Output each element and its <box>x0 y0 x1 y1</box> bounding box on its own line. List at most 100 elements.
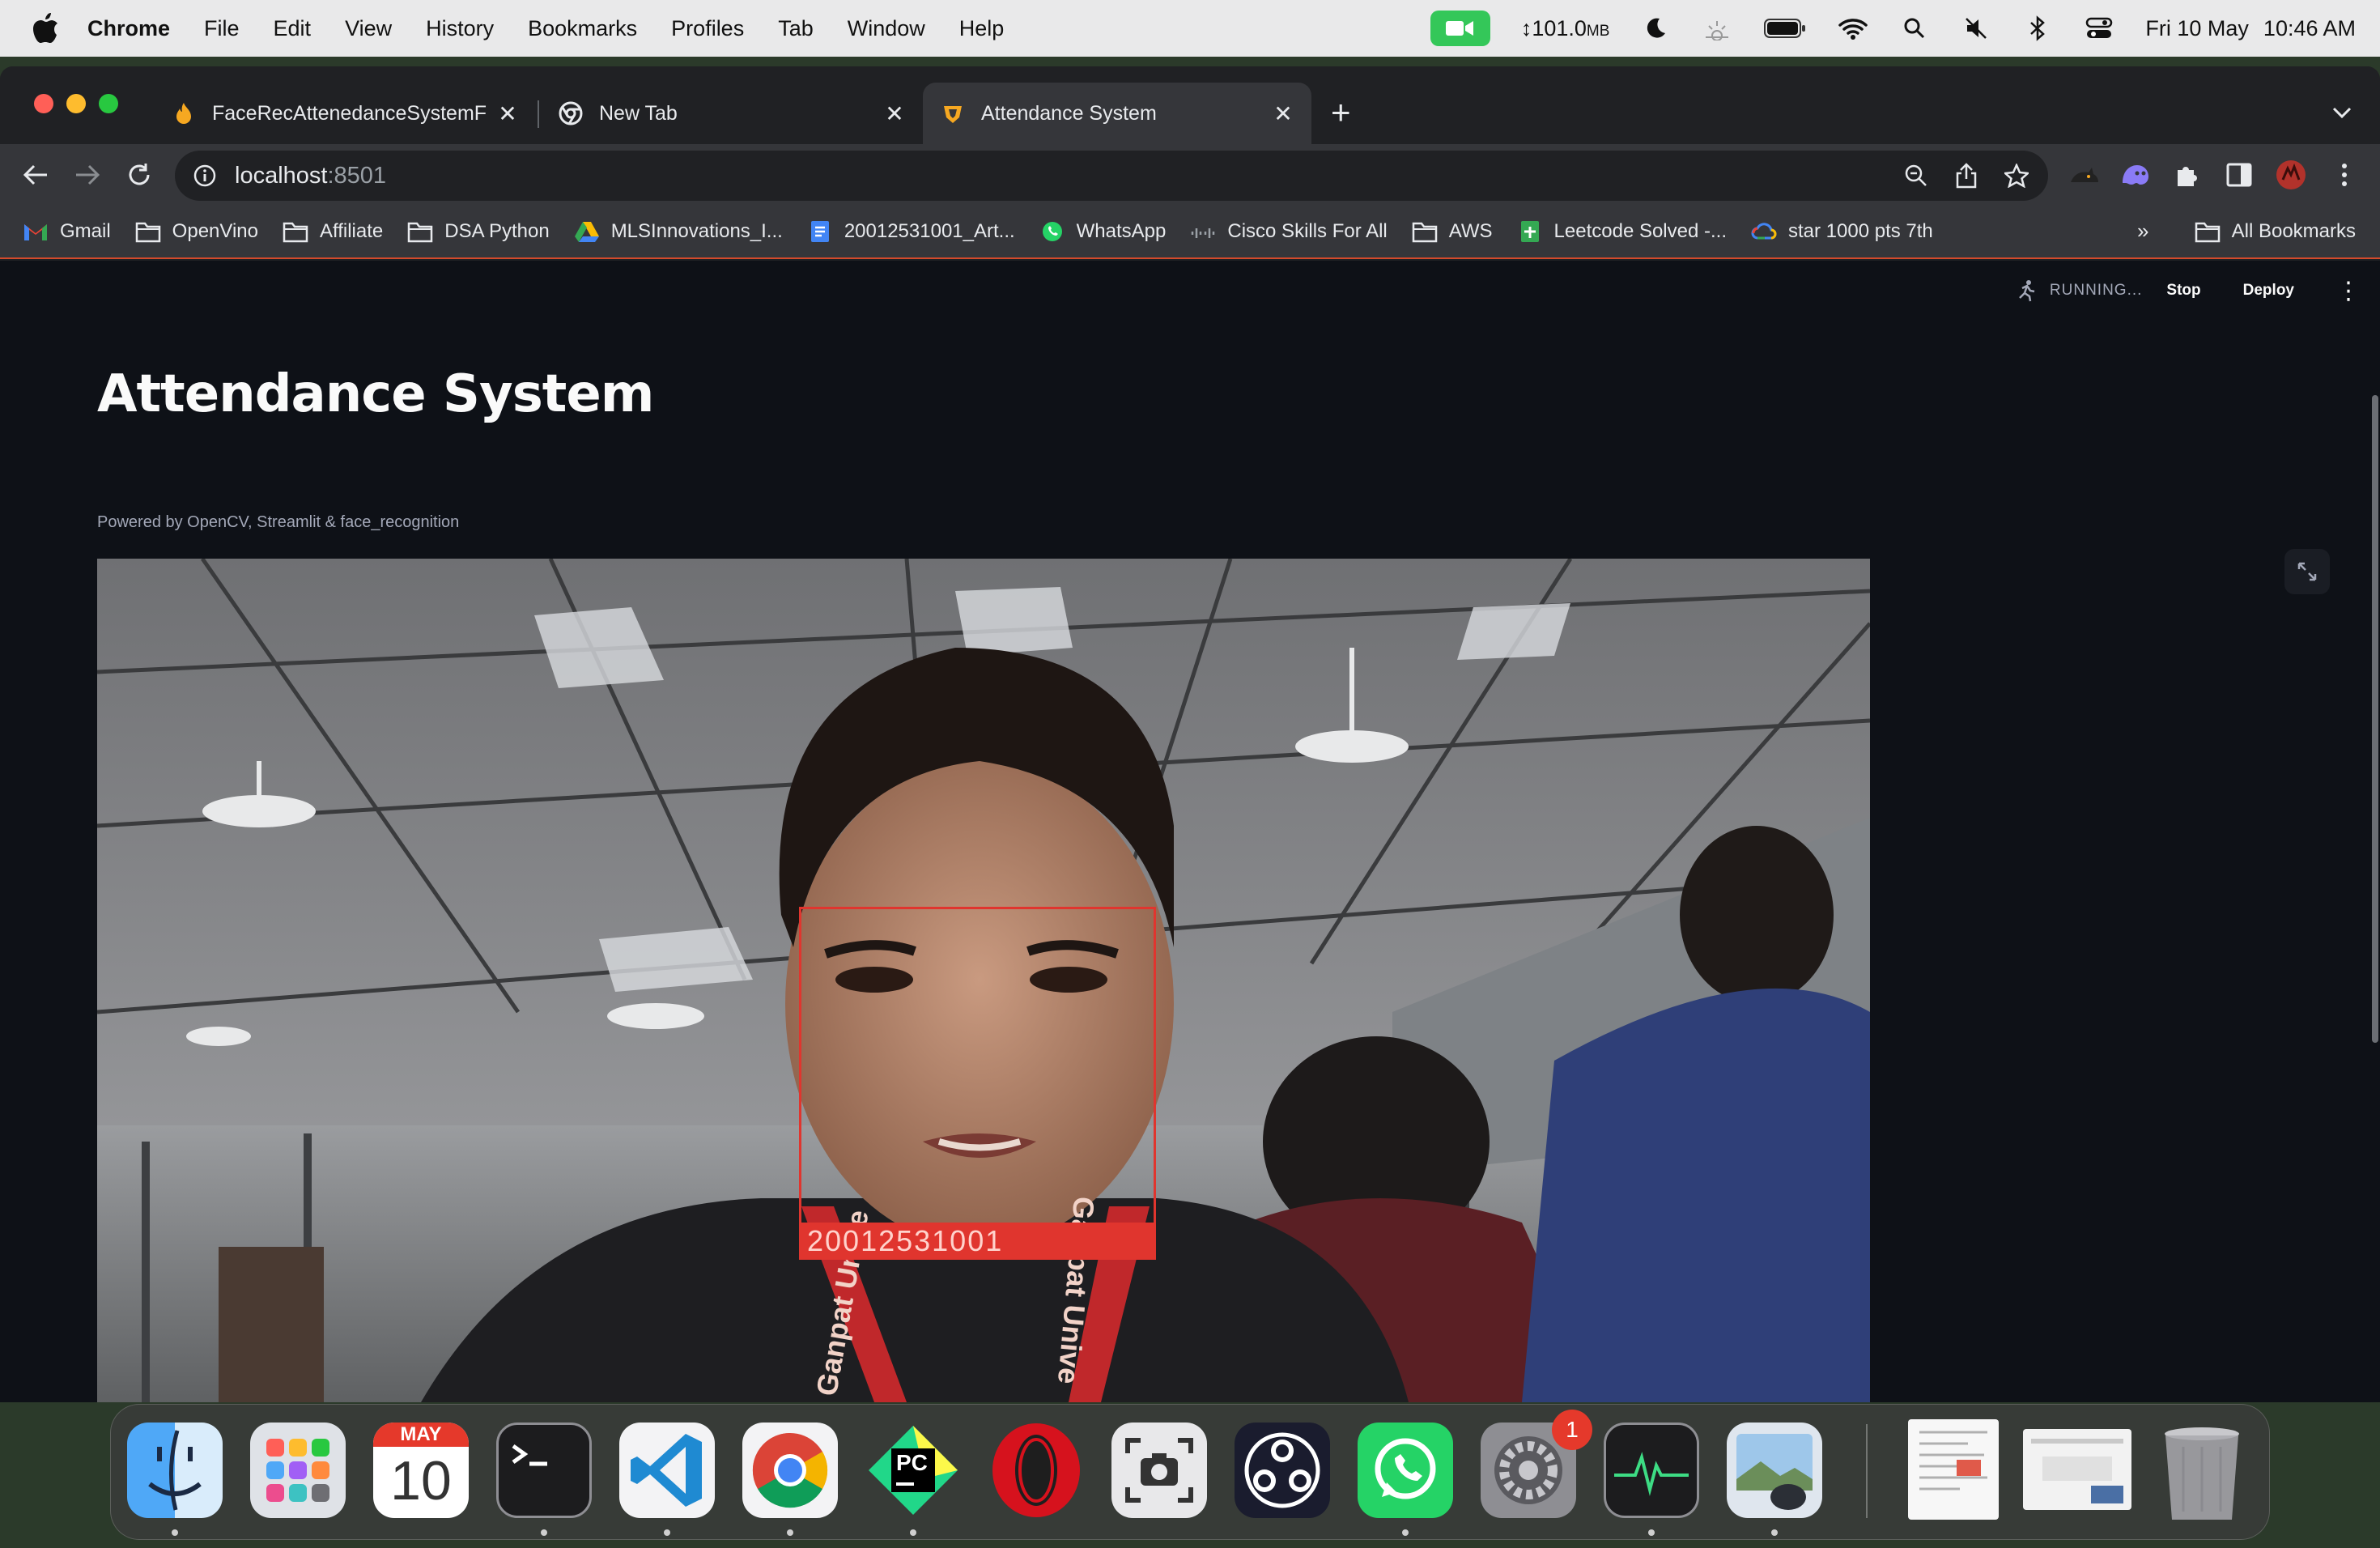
notification-badge: 1 <box>1552 1410 1592 1450</box>
bookmark-openvino[interactable]: OpenVino <box>135 220 258 243</box>
bookmarks-overflow-button[interactable]: » <box>2137 219 2148 244</box>
extension-cat-icon[interactable] <box>2068 159 2100 191</box>
chrome-menu-icon[interactable] <box>2328 159 2361 191</box>
deploy-button[interactable]: Deploy <box>2243 282 2294 300</box>
macos-dock: MAY 10 PC 1 <box>110 1404 2270 1540</box>
dock-vscode[interactable] <box>619 1423 715 1518</box>
google-docs-icon <box>810 221 829 242</box>
moon-icon[interactable] <box>1640 13 1671 44</box>
muted-speaker-icon[interactable] <box>1961 13 1991 44</box>
bookmark-label: star 1000 pts 7th <box>1788 220 1933 242</box>
dock-trash[interactable] <box>2154 1423 2250 1520</box>
dock-activity-monitor[interactable] <box>1604 1423 1699 1518</box>
bookmark-leetcode-sheet[interactable]: Leetcode Solved -... <box>1517 220 1727 243</box>
document-thumbnail-icon <box>1919 1431 1987 1491</box>
main-menu-icon[interactable]: ⋮ <box>2336 277 2361 305</box>
extensions-puzzle-icon[interactable] <box>2171 159 2204 191</box>
forward-arrow-icon[interactable] <box>70 157 105 193</box>
running-indicator <box>541 1529 547 1536</box>
share-icon[interactable] <box>1953 162 1980 189</box>
bookmark-dsa-python[interactable]: DSA Python <box>407 220 550 243</box>
webcam-video-frame: Ganpat Unive Ganpat Unive 20012531001 <box>97 559 1870 1402</box>
side-panel-icon[interactable] <box>2223 159 2255 191</box>
spotlight-search-icon[interactable] <box>1899 13 1930 44</box>
page-scrollbar-thumb[interactable] <box>2372 395 2378 1043</box>
menu-profiles[interactable]: Profiles <box>671 16 744 41</box>
profile-avatar[interactable] <box>2275 159 2307 191</box>
bluetooth-icon[interactable] <box>2022 13 2053 44</box>
memory-monitor[interactable]: ↕101.0MB <box>1521 16 1610 41</box>
tab-close-icon[interactable]: ✕ <box>1273 100 1294 127</box>
dock-calendar[interactable]: MAY 10 <box>373 1423 469 1518</box>
dock-screenshot[interactable] <box>1111 1423 1207 1518</box>
running-indicator <box>1648 1529 1655 1536</box>
menu-view[interactable]: View <box>345 16 392 41</box>
all-bookmarks-label: All Bookmarks <box>2231 220 2356 242</box>
folder-icon <box>2195 222 2220 243</box>
new-tab-button[interactable]: + <box>1331 96 1351 130</box>
page-title: Attendance System <box>97 364 654 424</box>
camera-in-use-indicator[interactable] <box>1430 11 1490 46</box>
bookmark-star-icon[interactable] <box>2003 162 2030 189</box>
calendar-month: MAY <box>373 1423 469 1447</box>
apple-logo-icon[interactable] <box>31 12 60 45</box>
tab-new-tab[interactable]: New Tab ✕ <box>541 83 923 144</box>
dock-pycharm[interactable]: PC <box>865 1423 961 1518</box>
dock-obs[interactable] <box>1235 1423 1330 1518</box>
menu-history[interactable]: History <box>426 16 494 41</box>
dock-launchpad[interactable] <box>250 1423 346 1518</box>
tab-attendance-system[interactable]: Attendance System ✕ <box>923 83 1311 144</box>
menu-app-name[interactable]: Chrome <box>87 16 170 41</box>
tab-strip: FaceRecAttenedanceSystemF ✕ New Tab ✕ At… <box>0 66 2380 144</box>
menu-window[interactable]: Window <box>848 16 925 41</box>
dock-whatsapp[interactable] <box>1358 1423 1453 1518</box>
tab-label: New Tab <box>599 101 678 125</box>
menubar-date[interactable]: Fri 10 May <box>2145 16 2249 41</box>
all-bookmarks-button[interactable]: All Bookmarks <box>2195 206 2356 257</box>
tab-close-icon[interactable]: ✕ <box>884 100 905 127</box>
dock-document-thumbnail-2[interactable] <box>2023 1429 2131 1510</box>
bookmark-affiliate[interactable]: Affiliate <box>283 220 383 243</box>
running-person-icon <box>2019 280 2035 302</box>
tab-facerec-attendance[interactable]: FaceRecAttenedanceSystemF ✕ <box>154 83 536 144</box>
fullscreen-expand-icon[interactable] <box>2284 549 2330 594</box>
tab-close-icon[interactable]: ✕ <box>497 100 518 127</box>
bookmark-mlsinnovations[interactable]: MLSInnovations_I... <box>574 220 783 243</box>
dock-document-thumbnail-1[interactable] <box>1908 1419 1999 1520</box>
menubar-time[interactable]: 10:46 AM <box>2263 16 2356 41</box>
window-minimize-button[interactable] <box>66 94 86 113</box>
control-center-icon[interactable] <box>2084 13 2114 44</box>
bookmark-aws[interactable]: AWS <box>1412 220 1493 243</box>
menu-edit[interactable]: Edit <box>274 16 312 41</box>
address-bar[interactable]: localhost:8501 <box>175 151 2048 201</box>
folder-icon <box>1412 222 1437 243</box>
dock-chrome[interactable] <box>742 1423 838 1518</box>
reload-icon[interactable] <box>121 157 157 193</box>
dock-opera[interactable] <box>988 1423 1084 1518</box>
wifi-icon[interactable] <box>1838 13 1868 44</box>
bookmark-article-doc[interactable]: 20012531001_Art... <box>807 220 1015 243</box>
bookmark-gmail[interactable]: Gmail <box>23 220 111 243</box>
bookmark-whatsapp[interactable]: WhatsApp <box>1039 220 1166 243</box>
menu-help[interactable]: Help <box>959 16 1005 41</box>
dock-finder[interactable] <box>127 1423 223 1518</box>
battery-icon[interactable] <box>1763 13 1807 44</box>
brightness-icon[interactable] <box>1702 13 1732 44</box>
extension-ghost-icon[interactable] <box>2119 159 2152 191</box>
bookmark-label: MLSInnovations_I... <box>610 220 783 242</box>
dock-preview[interactable] <box>1727 1423 1822 1518</box>
tab-search-chevron-icon[interactable] <box>2331 99 2352 125</box>
window-close-button[interactable] <box>34 94 53 113</box>
menu-bookmarks[interactable]: Bookmarks <box>528 16 637 41</box>
stop-button[interactable]: Stop <box>2166 282 2200 300</box>
menu-file[interactable]: File <box>204 16 240 41</box>
site-info-icon[interactable] <box>193 164 217 188</box>
dock-terminal[interactable] <box>496 1423 592 1518</box>
menu-tab[interactable]: Tab <box>778 16 814 41</box>
bookmark-star-1000[interactable]: star 1000 pts 7th <box>1751 220 1933 243</box>
back-arrow-icon[interactable] <box>18 157 53 193</box>
window-maximize-button[interactable] <box>99 94 118 113</box>
zoom-icon[interactable] <box>1902 162 1930 189</box>
running-indicator <box>664 1529 670 1536</box>
bookmark-cisco[interactable]: Cisco Skills For All <box>1190 220 1388 243</box>
